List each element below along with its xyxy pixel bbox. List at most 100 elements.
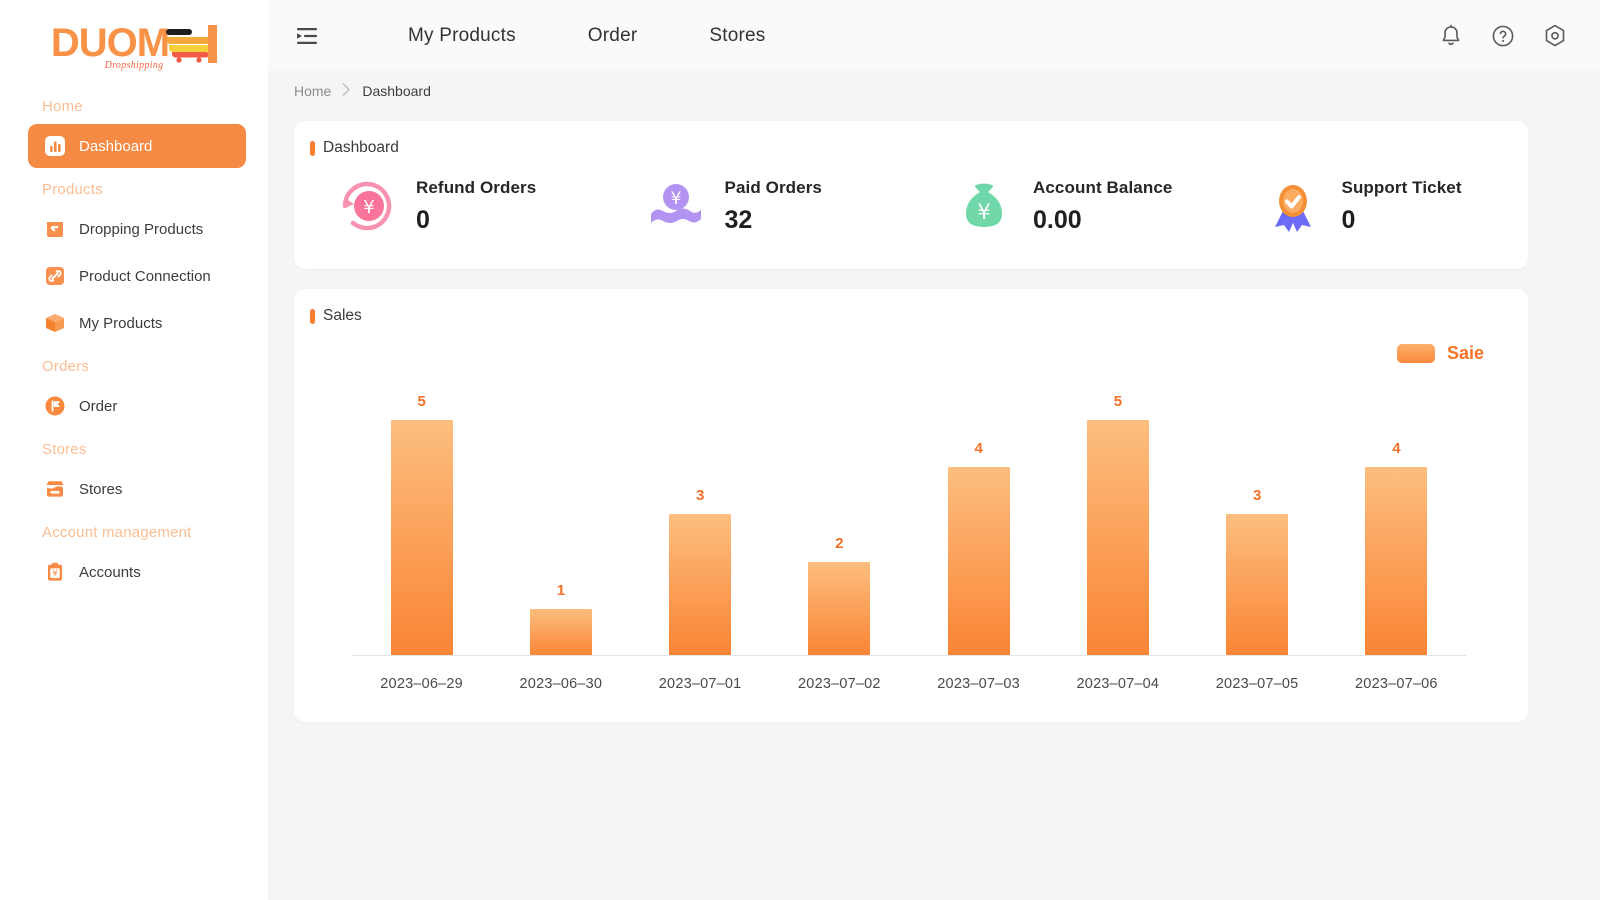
link-icon <box>44 265 66 287</box>
sidebar-item-order[interactable]: Order <box>28 384 246 428</box>
shopping-cart-icon <box>163 23 217 63</box>
dashboard-card: Dashboard ¥ Refund <box>294 121 1528 269</box>
chart-bar-value-label: 5 <box>417 393 425 410</box>
chart-bar-column[interactable]: 4 <box>1327 387 1466 656</box>
chart-bar-value-label: 4 <box>1392 440 1400 457</box>
chart-x-label: 2023–07–04 <box>1048 676 1187 692</box>
stat-value: 0.00 <box>1033 206 1172 235</box>
sidebar-item-dropping-products[interactable]: Dropping Products <box>28 207 246 251</box>
stat-refund-orders[interactable]: ¥ Refund Orders 0 <box>294 175 603 237</box>
chart-x-label: 2023–07–06 <box>1327 676 1466 692</box>
chart-bar[interactable] <box>948 467 1010 656</box>
paid-hand-yen-icon: ¥ <box>645 175 707 237</box>
bar-chart-icon <box>44 135 66 157</box>
breadcrumb-home[interactable]: Home <box>294 83 331 99</box>
sidebar-item-label: Product Connection <box>79 268 211 285</box>
clipboard-yen-icon: ¥ <box>44 561 66 583</box>
help-circle-icon[interactable] <box>1490 23 1516 49</box>
chart-plot-area: 51324534 <box>352 387 1466 656</box>
sales-title: Sales <box>323 307 362 325</box>
chart-bar-column[interactable]: 5 <box>1048 387 1187 656</box>
page-title: Dashboard <box>323 139 399 157</box>
tab-order[interactable]: Order <box>552 25 674 47</box>
sidebar-item-stores[interactable]: Stores <box>28 467 246 511</box>
sidebar-section-stores: Stores <box>0 431 268 464</box>
sidebar-item-my-products[interactable]: My Products <box>28 301 246 345</box>
sidebar-item-label: Order <box>79 398 117 415</box>
stat-support-ticket[interactable]: Support Ticket 0 <box>1220 175 1529 237</box>
chart-x-label: 2023–07–01 <box>631 676 770 692</box>
chart-legend[interactable]: Saie <box>1397 343 1484 364</box>
brand-name: DUOM <box>51 23 169 63</box>
box-icon <box>44 312 66 334</box>
stat-label: Paid Orders <box>725 178 822 198</box>
chart-x-label: 2023–06–30 <box>491 676 630 692</box>
chart-bar-column[interactable]: 2 <box>770 387 909 656</box>
sidebar-item-label: My Products <box>79 315 162 332</box>
chart-bar[interactable] <box>1087 420 1149 656</box>
chart-x-label: 2023–07–03 <box>909 676 1048 692</box>
sidebar-item-dashboard[interactable]: Dashboard <box>28 124 246 168</box>
menu-fold-icon[interactable] <box>290 19 324 53</box>
chart-bar-value-label: 5 <box>1114 393 1122 410</box>
sidebar-section-products: Products <box>0 171 268 204</box>
top-tabs: My Products Order Stores <box>372 25 802 47</box>
sidebar-item-accounts[interactable]: ¥ Accounts <box>28 550 246 594</box>
breadcrumb: Home Dashboard <box>268 71 1600 111</box>
stat-label: Support Ticket <box>1342 178 1462 198</box>
sidebar-item-label: Stores <box>79 481 122 498</box>
sidebar-section-orders: Orders <box>0 348 268 381</box>
chart-bar-column[interactable]: 4 <box>909 387 1048 656</box>
stat-paid-orders[interactable]: ¥ Paid Orders 32 <box>603 175 912 237</box>
sales-bar-chart[interactable]: Saie 51324534 2023–06–292023–06–302023–0… <box>334 331 1492 706</box>
chart-x-label: 2023–06–29 <box>352 676 491 692</box>
stat-value: 32 <box>725 206 822 235</box>
title-marker-icon <box>310 309 315 324</box>
sidebar-section-account-management: Account management <box>0 514 268 547</box>
stat-label: Account Balance <box>1033 178 1172 198</box>
stat-account-balance[interactable]: ¥ Account Balance 0.00 <box>911 175 1220 237</box>
money-bag-icon: ¥ <box>953 175 1015 237</box>
sales-card-title: Sales <box>294 289 1528 325</box>
app-root: DUOM Dropshipping <box>0 0 1600 900</box>
chart-bar-column[interactable]: 5 <box>352 387 491 656</box>
chart-bar[interactable] <box>391 420 453 656</box>
chart-bar[interactable] <box>1226 514 1288 656</box>
chart-bar[interactable] <box>669 514 731 656</box>
chart-bar-column[interactable]: 1 <box>491 387 630 656</box>
award-check-icon <box>1262 175 1324 237</box>
sidebar-item-product-connection[interactable]: Product Connection <box>28 254 246 298</box>
top-bar: My Products Order Stores <box>268 0 1600 71</box>
chart-x-label: 2023–07–02 <box>770 676 909 692</box>
stat-value: 0 <box>416 206 536 235</box>
dropping-products-icon <box>44 218 66 240</box>
sidebar-section-home: Home <box>0 88 268 121</box>
chart-bar-column[interactable]: 3 <box>631 387 770 656</box>
stats-row: ¥ Refund Orders 0 ¥ <box>294 157 1528 269</box>
chart-bar-value-label: 4 <box>974 440 982 457</box>
svg-text:¥: ¥ <box>363 197 374 218</box>
shop-icon <box>44 478 66 500</box>
chart-bar-column[interactable]: 3 <box>1188 387 1327 656</box>
sidebar-item-label: Dropping Products <box>79 221 203 238</box>
brand-tagline: Dropshipping <box>105 60 164 71</box>
chart-x-tick-labels: 2023–06–292023–06–302023–07–012023–07–02… <box>352 676 1466 692</box>
chart-bar-value-label: 1 <box>557 582 565 599</box>
bell-icon[interactable] <box>1438 23 1464 49</box>
chart-bar[interactable] <box>808 562 870 656</box>
settings-hex-icon[interactable] <box>1542 23 1568 49</box>
dashboard-card-title: Dashboard <box>294 121 1528 157</box>
chart-bar-value-label: 3 <box>1253 487 1261 504</box>
breadcrumb-current: Dashboard <box>362 83 431 99</box>
chart-bar[interactable] <box>530 609 592 656</box>
flag-circle-icon <box>44 395 66 417</box>
tab-my-products[interactable]: My Products <box>372 25 552 47</box>
stat-label: Refund Orders <box>416 178 536 198</box>
tab-stores[interactable]: Stores <box>673 25 801 47</box>
legend-swatch-icon <box>1397 344 1435 363</box>
chart-bar[interactable] <box>1365 467 1427 656</box>
sidebar-item-label: Dashboard <box>79 138 152 155</box>
brand-logo[interactable]: DUOM Dropshipping <box>0 0 268 88</box>
chart-x-axis <box>352 655 1466 656</box>
main-area: My Products Order Stores <box>268 0 1600 900</box>
